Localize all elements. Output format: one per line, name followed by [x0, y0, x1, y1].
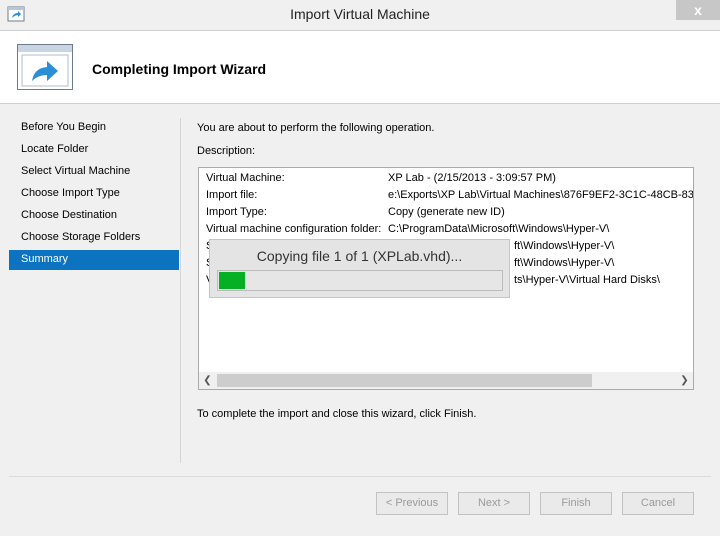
wizard-steps-nav: Before You Begin Locate Folder Select Vi… [9, 118, 179, 270]
row-key: Virtual machine configuration folder: [206, 223, 382, 235]
window-title: Import Virtual Machine [290, 6, 430, 22]
nav-item-summary[interactable]: Summary [9, 250, 179, 270]
scroll-left-icon[interactable]: ❮ [199, 373, 216, 388]
nav-item-choose-import-type[interactable]: Choose Import Type [9, 184, 179, 206]
title-bar: Import Virtual Machine x [0, 0, 720, 30]
progress-text: Copying file 1 of 1 (XPLab.vhd)... [256, 248, 463, 264]
row-key: Import file: [206, 189, 258, 201]
row-value: XP Lab - (2/15/2013 - 3:09:57 PM) [388, 172, 556, 184]
nav-item-locate-folder[interactable]: Locate Folder [9, 140, 179, 162]
row-value: e:\Exports\XP Lab\Virtual Machines\876F9… [388, 189, 694, 201]
scrollbar-thumb[interactable] [217, 374, 592, 387]
cancel-button[interactable]: Cancel [622, 492, 694, 515]
row-value: ft\Windows\Hyper-V\ [514, 257, 615, 269]
nav-divider [180, 118, 181, 463]
row-key: Virtual Machine: [206, 172, 285, 184]
nav-item-choose-storage-folders[interactable]: Choose Storage Folders [9, 228, 179, 250]
finish-button[interactable]: Finish [540, 492, 612, 515]
nav-item-select-virtual-machine[interactable]: Select Virtual Machine [9, 162, 179, 184]
finish-instruction: To complete the import and close this wi… [197, 408, 477, 420]
button-divider [9, 476, 711, 477]
wizard-header: Completing Import Wizard [0, 30, 720, 104]
row-value: ft\Windows\Hyper-V\ [514, 240, 615, 252]
copy-progress-popup: Copying file 1 of 1 (XPLab.vhd)... [209, 239, 510, 298]
close-icon: x [694, 2, 702, 18]
description-label: Description: [197, 145, 256, 157]
horizontal-scrollbar[interactable]: ❮ ❯ [199, 372, 693, 389]
progress-fill [219, 272, 245, 289]
close-button[interactable]: x [676, 0, 720, 20]
previous-button[interactable]: < Previous [376, 492, 448, 515]
row-value: C:\ProgramData\Microsoft\Windows\Hyper-V… [388, 223, 610, 235]
nav-item-choose-destination[interactable]: Choose Destination [9, 206, 179, 228]
page-title: Completing Import Wizard [92, 61, 267, 77]
intro-text: You are about to perform the following o… [197, 122, 435, 134]
row-value: Copy (generate new ID) [388, 206, 505, 218]
scroll-right-icon[interactable]: ❯ [676, 373, 693, 388]
next-button[interactable]: Next > [458, 492, 530, 515]
window-arrow-icon [17, 44, 73, 90]
nav-item-before-you-begin[interactable]: Before You Begin [9, 118, 179, 140]
row-value: ts\Hyper-V\Virtual Hard Disks\ [514, 274, 660, 286]
row-key: Import Type: [206, 206, 267, 218]
progress-bar [217, 270, 503, 291]
